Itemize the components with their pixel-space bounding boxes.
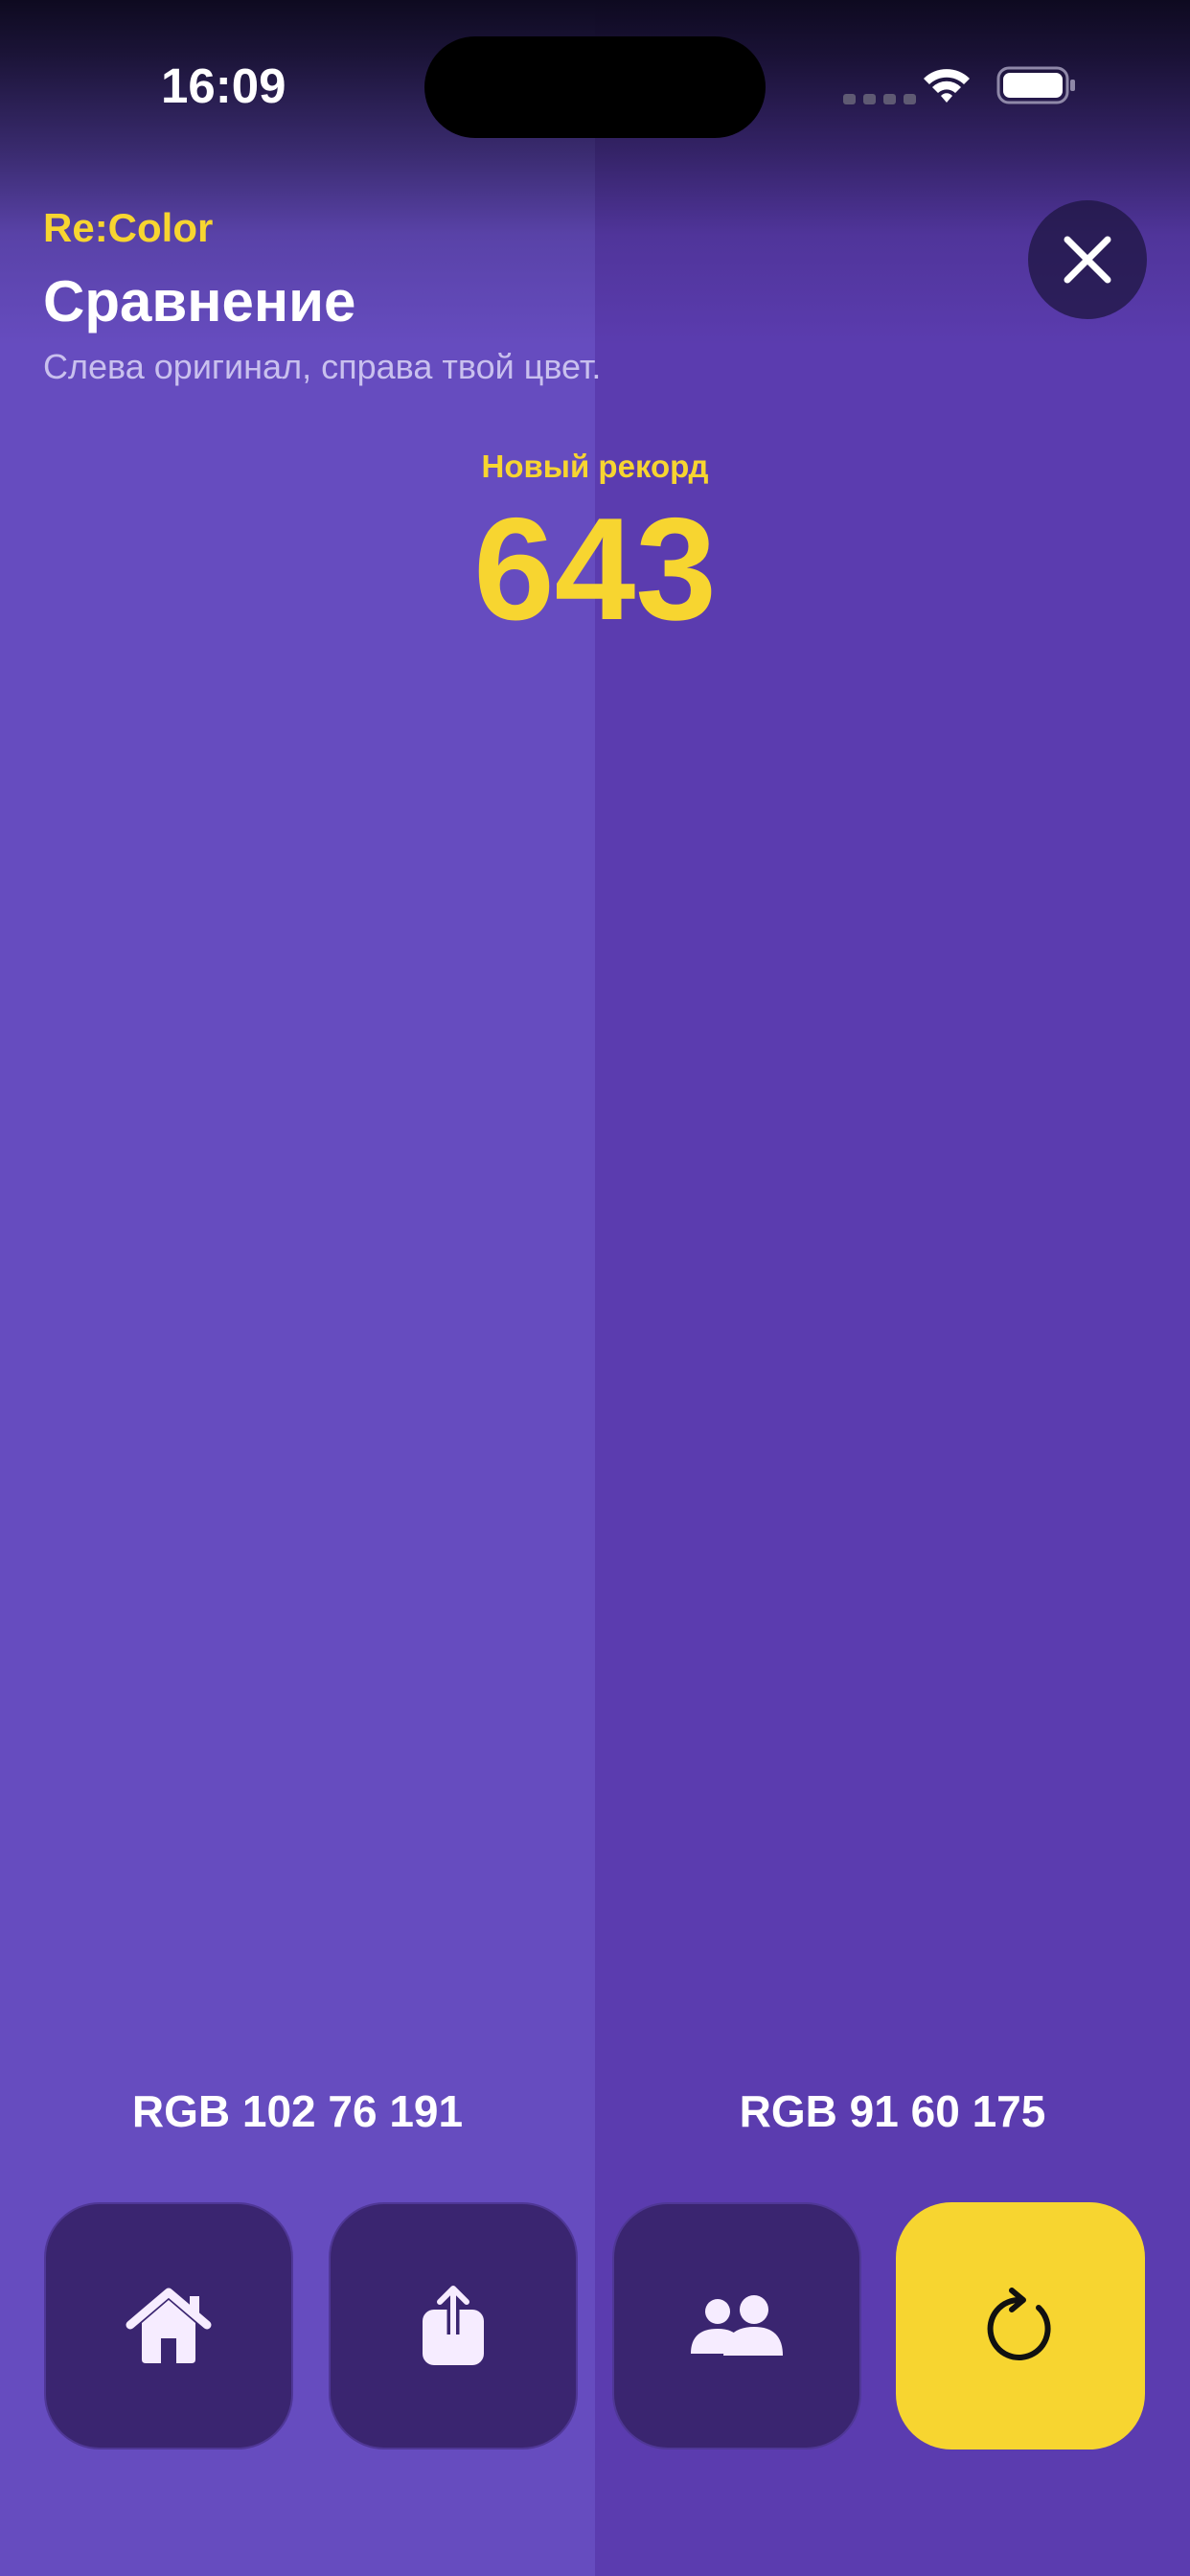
retry-icon xyxy=(987,2288,1051,2360)
user-color-swatch xyxy=(595,0,1190,2576)
home-icon xyxy=(126,2288,212,2363)
battery-icon xyxy=(996,65,1077,110)
page-subtitle: Слева оригинал, справа твой цвет. xyxy=(43,347,602,386)
score-value: 643 xyxy=(473,488,717,651)
user-rgb-label: RGB 91 60 175 xyxy=(739,2086,1046,2136)
app-brand: Re:Color xyxy=(43,205,214,250)
page-title: Сравнение xyxy=(43,269,356,334)
close-icon xyxy=(1064,236,1111,284)
new-record-label: Новый рекорд xyxy=(481,448,709,484)
wifi-icon xyxy=(920,65,973,110)
home-button[interactable] xyxy=(44,2202,293,2450)
share-button[interactable] xyxy=(329,2202,578,2450)
close-button[interactable] xyxy=(1028,200,1147,319)
friends-button[interactable] xyxy=(612,2202,861,2450)
retry-button[interactable] xyxy=(896,2202,1145,2450)
people-icon xyxy=(691,2295,783,2356)
status-time: 16:09 xyxy=(161,58,286,113)
share-icon xyxy=(423,2286,484,2365)
cellular-signal-icon xyxy=(843,94,916,104)
dynamic-island xyxy=(424,36,766,138)
original-rgb-label: RGB 102 76 191 xyxy=(131,2086,464,2136)
